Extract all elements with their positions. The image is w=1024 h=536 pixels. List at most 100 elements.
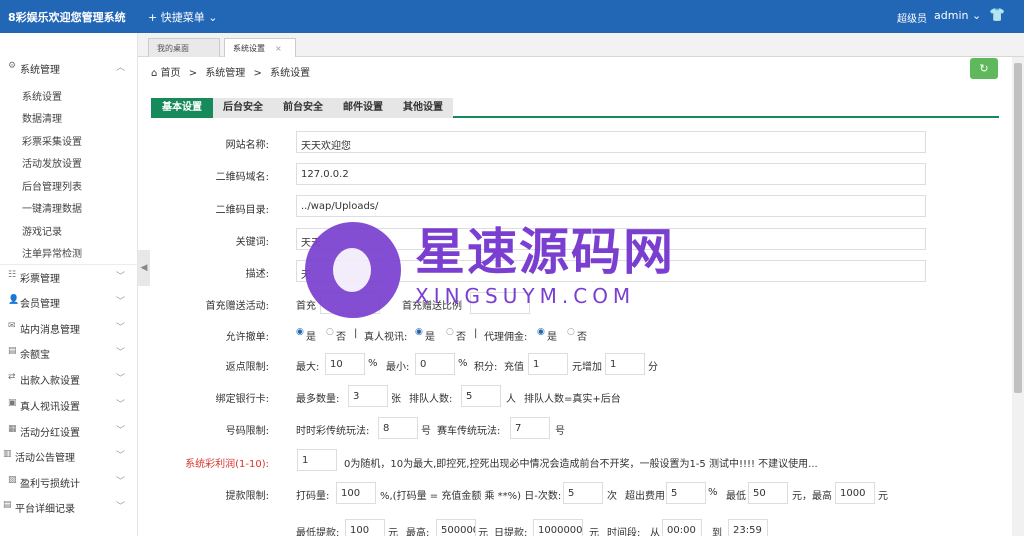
sidebar-item-game-records[interactable]: 游戏记录 <box>22 223 62 238</box>
tab-my-desktop[interactable]: 我的桌面 <box>148 38 220 57</box>
to-label: 到 <box>712 528 722 536</box>
breadcrumb-system[interactable]: 系统管理 <box>205 68 245 79</box>
home-icon[interactable]: ⌂ <box>151 68 157 79</box>
yuan-unit: 元 <box>478 528 488 536</box>
queue-note: 排队人数=真实+后台 <box>524 394 621 405</box>
quick-menu-button[interactable]: + 快捷菜单 ⌄ <box>148 9 217 25</box>
gift-icon: ▦ <box>8 424 17 434</box>
tab-basic-settings[interactable]: 基本设置 <box>151 98 213 118</box>
qr-domain-input[interactable]: 127.0.0.2 <box>296 163 926 185</box>
keywords-input[interactable]: 天天 <box>296 228 926 250</box>
description-input[interactable]: 天 <box>296 260 926 282</box>
sidebar-group-system[interactable]: ⚙ 系统管理 ︿ <box>0 55 138 80</box>
page-scrollbar[interactable] <box>1012 57 1024 536</box>
sidebar-item-bet-anomaly[interactable]: 注单异常检测 <box>22 245 82 260</box>
description-label: 描述: <box>245 269 269 280</box>
recharge-input[interactable]: 1 <box>528 353 568 375</box>
number-limit-label: 号码限制: <box>225 426 269 437</box>
sidebar-group-profit-loss[interactable]: ▧ 盈利亏损统计 ﹀ <box>0 469 138 494</box>
breadcrumb-current: 系统设置 <box>270 68 311 79</box>
sidebar-group-payments[interactable]: ⇄ 出款入款设置 ﹀ <box>0 366 138 391</box>
sidebar-item-data-clean[interactable]: 数据清理 <box>22 110 62 125</box>
pk-input[interactable]: 7 <box>510 417 550 439</box>
records-icon: ▤ <box>3 500 12 510</box>
sidebar-group-yuebao[interactable]: ▤ 余额宝 ﹀ <box>0 340 138 365</box>
user-role: 超级员 <box>897 14 927 25</box>
bet-amount-label: 打码量: <box>296 491 330 502</box>
live-video-yes-label: 是 <box>425 332 435 343</box>
sidebar-group-messages[interactable]: ✉ 站内消息管理 ﹀ <box>0 315 138 340</box>
page-tab-strip: 我的桌面 系统设置 × <box>138 33 1024 57</box>
video-icon: ▣ <box>8 398 17 408</box>
bank-max-label: 最多数量: <box>296 394 340 405</box>
sidebar-group-live-video[interactable]: ▣ 真人视讯设置 ﹀ <box>0 392 138 417</box>
sidebar-item-lottery-collect[interactable]: 彩票采集设置 <box>22 133 82 148</box>
live-video-yes-radio[interactable]: ◉ <box>415 327 423 337</box>
site-name-input[interactable]: 天天欢迎您 <box>296 131 926 153</box>
tab-frontend-security[interactable]: 前台安全 <box>273 98 333 118</box>
max-withdraw-input[interactable]: 500000 <box>436 519 476 536</box>
sidebar-item-system-settings[interactable]: 系统设置 <box>22 88 62 103</box>
rebate-max-input[interactable]: 10 <box>325 353 365 375</box>
bet-amount-input[interactable]: 100 <box>336 482 376 504</box>
min-withdraw-input[interactable]: 100 <box>345 519 385 536</box>
user-icon: 👤 <box>8 295 20 305</box>
points-add-input[interactable]: 1 <box>605 353 645 375</box>
min-fee-input[interactable]: 50 <box>748 482 788 504</box>
tab-other-settings[interactable]: 其他设置 <box>393 98 453 118</box>
close-icon[interactable]: × <box>275 44 282 53</box>
breadcrumb-home[interactable]: 首页 <box>161 68 181 79</box>
sidebar-item-activity-send[interactable]: 活动发放设置 <box>22 155 82 170</box>
bank-max-input[interactable]: 3 <box>348 385 388 407</box>
refresh-button[interactable]: ↻ <box>970 58 998 79</box>
max-fee-input[interactable]: 1000 <box>835 482 875 504</box>
chevron-up-icon: ︿ <box>116 63 126 73</box>
daily-times-input[interactable]: 5 <box>563 482 603 504</box>
system-kill-input[interactable]: 1 <box>297 449 337 471</box>
allow-cancel-yes-radio[interactable]: ◉ <box>296 327 304 337</box>
yuan-unit: 元 <box>878 491 888 502</box>
sidebar-item-one-key-clean[interactable]: 一键清理数据 <box>22 200 82 215</box>
time-from-input[interactable]: 00:00 <box>662 519 702 536</box>
tab-system-settings[interactable]: 系统设置 × <box>224 38 296 57</box>
live-video-no-label: 否 <box>456 332 466 343</box>
gear-icon: ⚙ <box>8 61 17 71</box>
user-menu-button[interactable]: admin ⌄ <box>934 9 981 22</box>
daily-withdraw-input[interactable]: 1000000 <box>533 519 583 536</box>
agent-commission-yes-radio[interactable]: ◉ <box>537 327 545 337</box>
percent-unit: % <box>458 358 468 369</box>
theme-shirt-icon[interactable]: 👕 <box>989 8 1005 23</box>
first-deposit-ratio-input[interactable] <box>470 292 530 314</box>
wallet-icon: ▤ <box>8 346 17 356</box>
chevron-down-icon: ﹀ <box>116 323 126 333</box>
top-bar: 8彩娱乐欢迎您管理系统 + 快捷菜单 ⌄ 超级员 admin ⌄ 👕 <box>0 0 1024 33</box>
agent-commission-no-radio[interactable]: ○ <box>567 327 575 337</box>
tab-backend-security[interactable]: 后台安全 <box>213 98 273 118</box>
scrollbar-thumb[interactable] <box>1014 63 1022 393</box>
sidebar-group-members[interactable]: 👤 会员管理 ﹀ <box>0 289 138 314</box>
max-withdraw-label: 最高: <box>406 528 430 536</box>
rebate-min-input[interactable]: 0 <box>415 353 455 375</box>
time-to-input[interactable]: 23:59 <box>728 519 768 536</box>
first-deposit-input[interactable] <box>320 292 380 314</box>
sidebar-group-announcements[interactable]: ▥ 活动公告管理 ﹀ <box>0 443 138 468</box>
sidebar-group-lottery[interactable]: ☷ 彩票管理 ﹀ <box>0 264 138 289</box>
sidebar-group-dividend[interactable]: ▦ 活动分红设置 ﹀ <box>0 418 138 443</box>
breadcrumb-separator: > <box>188 68 198 79</box>
sidebar-item-admin-list[interactable]: 后台管理列表 <box>22 178 82 193</box>
percent-unit: % <box>368 358 378 369</box>
sidebar-group-platform-records[interactable]: ▤ 平台详细记录 ﹀ <box>0 494 138 519</box>
qr-dir-input[interactable]: ../wap/Uploads/ <box>296 195 926 217</box>
withdraw-limit-label: 提款限制: <box>225 491 269 502</box>
excess-fee-input[interactable]: 5 <box>666 482 706 504</box>
bank-unit: 张 <box>391 394 401 405</box>
live-video-no-radio[interactable]: ○ <box>446 327 454 337</box>
keywords-label: 关键词: <box>235 237 269 248</box>
transfer-icon: ⇄ <box>8 372 16 382</box>
tab-mail-settings[interactable]: 邮件设置 <box>333 98 393 118</box>
ssc-input[interactable]: 8 <box>378 417 418 439</box>
allow-cancel-no-radio[interactable]: ○ <box>326 327 334 337</box>
rebate-max-label: 最大: <box>296 362 320 373</box>
min-fee-label: 最低 <box>726 491 746 502</box>
queue-input[interactable]: 5 <box>461 385 501 407</box>
